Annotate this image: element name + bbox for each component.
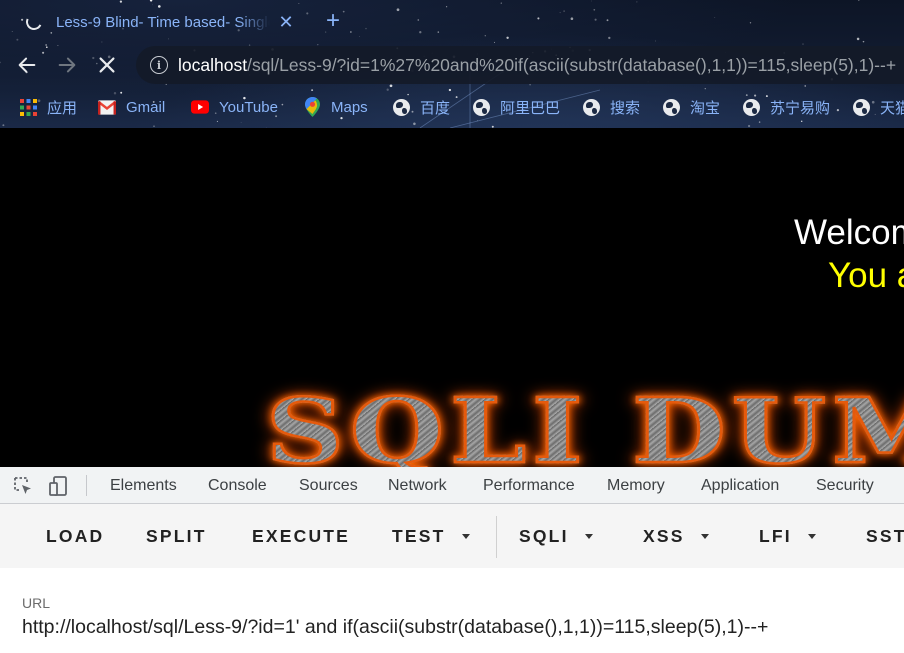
bookmark-search[interactable]: 搜索 bbox=[582, 96, 640, 118]
bookmark-youtube[interactable]: YouTube bbox=[191, 96, 278, 118]
button-label: SQLI bbox=[519, 526, 569, 546]
globe-icon bbox=[472, 98, 490, 116]
login-status-text: You are bbox=[828, 256, 904, 295]
toolbar-divider bbox=[496, 516, 497, 558]
site-logo: SQLI DUMB SERIES bbox=[264, 379, 904, 467]
caret-down-icon bbox=[461, 534, 470, 539]
device-toolbar-icon[interactable] bbox=[48, 475, 70, 497]
hackbar-url-input[interactable]: http://localhost/sql/Less-9/?id=1' and i… bbox=[22, 616, 902, 639]
bookmarks-bar: 应用 Gmail YouTube Maps 百度 阿里巴巴 搜索 淘宝 苏宁易购… bbox=[0, 92, 904, 122]
ssti-dropdown-button[interactable]: SSTI bbox=[866, 526, 904, 547]
bookmark-label: 搜索 bbox=[610, 99, 641, 117]
button-label: SSTI bbox=[866, 526, 904, 546]
hackbar-toolbar: LOAD SPLIT EXECUTE TEST SQLI XSS LFI SST… bbox=[0, 504, 904, 568]
tab-sources[interactable]: Sources bbox=[299, 477, 358, 495]
back-button[interactable] bbox=[14, 52, 40, 78]
site-info-icon[interactable]: i bbox=[150, 56, 168, 74]
sqli-dropdown-button[interactable]: SQLI bbox=[519, 526, 593, 547]
tab-performance[interactable]: Performance bbox=[483, 477, 575, 495]
bookmark-alibaba[interactable]: 阿里巴巴 bbox=[472, 96, 560, 118]
bookmark-label: 淘宝 bbox=[690, 99, 721, 117]
button-label: XSS bbox=[643, 526, 685, 546]
load-button[interactable]: LOAD bbox=[46, 526, 104, 547]
globe-icon bbox=[582, 98, 600, 116]
split-button[interactable]: SPLIT bbox=[146, 526, 207, 547]
bookmark-label: 苏宁易购 bbox=[770, 99, 831, 117]
address-path: /sql/Less-9/?id=1%27%20and%20if(ascii(su… bbox=[247, 54, 897, 75]
button-label: LOAD bbox=[46, 526, 105, 546]
forward-button[interactable] bbox=[54, 52, 80, 78]
xss-dropdown-button[interactable]: XSS bbox=[643, 526, 709, 547]
bookmark-label: Gmail bbox=[126, 98, 166, 116]
devtools-panel: Elements Console Sources Network Perform… bbox=[0, 467, 904, 653]
globe-icon bbox=[392, 98, 410, 116]
tab-security[interactable]: Security bbox=[816, 477, 874, 495]
globe-icon bbox=[742, 98, 760, 116]
arrow-left-icon bbox=[18, 57, 36, 73]
arrow-right-icon bbox=[58, 57, 76, 73]
caret-down-icon bbox=[807, 534, 816, 539]
close-icon[interactable]: ✕ bbox=[276, 12, 296, 33]
inspect-element-icon[interactable] bbox=[12, 475, 34, 497]
maps-pin-icon bbox=[303, 97, 321, 117]
toolbar-divider bbox=[86, 475, 87, 496]
button-label: EXECUTE bbox=[252, 526, 351, 546]
browser-tab[interactable]: Less-9 Blind- Time based- Single Quotes-… bbox=[14, 6, 314, 38]
devtools-tab-bar: Elements Console Sources Network Perform… bbox=[0, 467, 904, 504]
apps-grid-icon bbox=[19, 98, 37, 116]
execute-button[interactable]: EXECUTE bbox=[252, 526, 350, 547]
loading-spinner-icon bbox=[23, 11, 45, 33]
caret-down-icon bbox=[584, 534, 593, 539]
tab-application[interactable]: Application bbox=[701, 477, 779, 495]
bookmark-maps[interactable]: Maps bbox=[303, 96, 368, 118]
bookmark-apps[interactable]: 应用 bbox=[19, 96, 77, 118]
address-bar-url[interactable]: localhost/sql/Less-9/?id=1%27%20and%20if… bbox=[178, 55, 896, 76]
caret-down-icon bbox=[700, 534, 709, 539]
web-page: Welcome You are SQLI DUMB SERIES bbox=[0, 128, 904, 467]
bookmark-tmall[interactable]: 天猫 bbox=[852, 96, 904, 118]
url-field-label: URL bbox=[22, 595, 51, 611]
close-icon bbox=[99, 57, 115, 73]
button-label: LFI bbox=[759, 526, 792, 546]
new-tab-button[interactable]: + bbox=[326, 8, 340, 34]
bookmark-taobao[interactable]: 淘宝 bbox=[662, 96, 720, 118]
globe-icon bbox=[662, 98, 680, 116]
bookmark-label: Maps bbox=[331, 98, 368, 116]
tab-memory[interactable]: Memory bbox=[607, 477, 665, 495]
address-bar[interactable]: i localhost/sql/Less-9/?id=1%27%20and%20… bbox=[136, 46, 904, 84]
globe-icon bbox=[852, 98, 870, 116]
stop-loading-button[interactable] bbox=[94, 52, 120, 78]
tab-title: Less-9 Blind- Time based- Single Quotes-… bbox=[56, 13, 270, 31]
welcome-heading: Welcome bbox=[794, 213, 904, 252]
button-label: TEST bbox=[392, 526, 446, 546]
bookmark-label: 百度 bbox=[420, 99, 451, 117]
bookmark-label: 应用 bbox=[47, 99, 78, 117]
bookmark-label: 天猫 bbox=[880, 99, 904, 117]
lfi-dropdown-button[interactable]: LFI bbox=[759, 526, 816, 547]
tab-network[interactable]: Network bbox=[388, 477, 447, 495]
tab-console[interactable]: Console bbox=[208, 477, 267, 495]
tab-elements[interactable]: Elements bbox=[110, 477, 177, 495]
bookmark-label: YouTube bbox=[219, 98, 278, 116]
bookmark-gmail[interactable]: Gmail bbox=[98, 96, 165, 118]
test-dropdown-button[interactable]: TEST bbox=[392, 526, 470, 547]
bookmark-suning[interactable]: 苏宁易购 bbox=[742, 96, 830, 118]
bookmark-baidu[interactable]: 百度 bbox=[392, 96, 450, 118]
browser-chrome: Less-9 Blind- Time based- Single Quotes-… bbox=[0, 0, 904, 128]
bookmark-label: 阿里巴巴 bbox=[500, 99, 561, 117]
youtube-icon bbox=[191, 98, 209, 116]
gmail-icon bbox=[98, 98, 116, 116]
address-host: localhost bbox=[178, 54, 248, 75]
button-label: SPLIT bbox=[146, 526, 207, 546]
